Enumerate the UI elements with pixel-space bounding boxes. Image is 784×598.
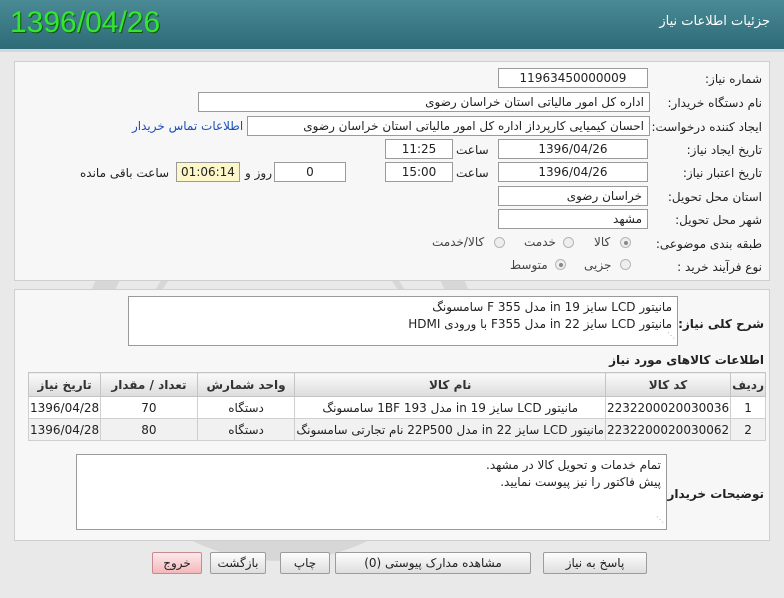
days-remaining-field: 0 [274,162,346,182]
cell-date: 1396/04/28 [27,418,102,441]
resize-grip-icon[interactable]: ⋰ [667,327,675,344]
buyer-org-field: اداره کل امور مالیاتی استان خراسان رضوی [198,92,650,112]
cell-qty: 70 [100,396,198,419]
category-radio-both[interactable] [494,237,505,248]
col-date: تاریخ نیاز [27,372,102,397]
summary-box: مانیتور LCD سایز 19 in مدل F 355 سامسونگ… [128,296,678,346]
items-table-header: ردیف کد کالا نام کالا واحد شمارش تعداد /… [27,372,766,397]
requester-label: ایجاد کننده درخواست: [651,120,762,134]
summary-line: مانیتور LCD سایز 22 in مدل F355 با ورودی… [408,317,672,331]
buyer-notes-line: پیش فاکتور را نیز پیوست نمایید. [500,475,661,489]
need-number-field: 11963450000009 [498,68,648,88]
process-option-minor: جزیی [584,258,612,272]
cell-code: 2232200020030036 [604,396,732,419]
cell-name: مانیتور LCD سایز 22 in مدل 22P500 نام تج… [294,418,606,441]
items-section-title: اطلاعات کالاهای مورد نیاز [609,353,764,367]
cell-code: 2232200020030062 [604,418,732,441]
validity-date-field: 1396/04/26 [498,162,648,182]
cell-name: مانیتور LCD سایز 19 in مدل 193 1BF سامسو… [294,396,606,419]
attachments-button[interactable]: مشاهده مدارک پیوستی (0) [335,552,531,574]
resize-grip-icon[interactable]: ⋰ [656,511,664,528]
summary-label: شرح کلی نیاز: [678,317,764,331]
process-label: نوع فرآیند خرید : [677,260,762,274]
table-row: 1 2232200020030036 مانیتور LCD سایز 19 i… [27,396,766,419]
category-label: طبقه بندی موضوعی: [655,237,762,251]
province-label: استان محل تحویل: [667,190,762,204]
created-time-label: ساعت [456,143,489,157]
back-button[interactable]: بازگشت [210,552,266,574]
cell-row: 2 [730,418,766,441]
category-radio-goods[interactable] [620,237,631,248]
cell-unit: دستگاه [196,396,296,419]
col-unit: واحد شمارش [196,372,296,397]
category-option-goods: کالا [594,235,611,249]
date-stamp: 1396/04/26 [10,6,161,39]
need-number-label: شماره نیاز: [705,72,762,86]
requester-field: احسان کیمیایی کارپرداز اداره کل امور مال… [247,116,650,136]
validity-date-label: تاریخ اعتبار نیاز: [682,166,762,180]
table-row: 2 2232200020030062 مانیتور LCD سایز 22 i… [27,418,766,441]
category-radio-service[interactable] [563,237,574,248]
province-field: خراسان رضوی [498,186,648,206]
buyer-contact-link[interactable]: اطلاعات تماس خریدار [132,119,243,133]
buyer-notes-label: توضیحات خریدار: [662,487,764,501]
created-date-label: تاریخ ایجاد نیاز: [686,143,762,157]
items-table: ردیف کد کالا نام کالا واحد شمارش تعداد /… [27,372,766,441]
remaining-time-timer: 01:06:14 [176,162,240,182]
created-date-field: 1396/04/26 [498,139,648,159]
print-button[interactable]: چاپ [280,552,330,574]
buyer-notes-line: تمام خدمات و تحویل کالا در مشهد. [486,458,661,472]
reply-button[interactable]: پاسخ به نیاز [543,552,647,574]
process-radio-medium[interactable] [555,259,566,270]
validity-time-label: ساعت [456,166,489,180]
col-qty: تعداد / مقدار [100,372,198,397]
city-field: مشهد [498,209,648,229]
cell-date: 1396/04/28 [27,396,102,419]
col-row: ردیف [730,372,766,397]
city-label: شهر محل تحویل: [675,213,762,227]
cell-qty: 80 [100,418,198,441]
buyer-notes-box: تمام خدمات و تحویل کالا در مشهد. پیش فاک… [76,454,667,530]
summary-line: مانیتور LCD سایز 19 in مدل F 355 سامسونگ [432,300,672,314]
exit-button[interactable]: خروج [152,552,202,574]
category-option-both: کالا/خدمت [432,235,485,249]
category-option-service: خدمت [524,235,556,249]
process-radio-minor[interactable] [620,259,631,270]
title-bar: جزئیات اطلاعات نیاز 1396/04/26 [0,0,784,52]
buyer-org-label: نام دستگاه خریدار: [667,96,763,110]
days-label: روز و [245,166,272,180]
col-name: نام کالا [294,372,606,397]
validity-time-field: 15:00 [385,162,453,182]
page-title: جزئیات اطلاعات نیاز [659,14,770,29]
remaining-time-label: ساعت باقی مانده [80,166,170,180]
created-time-field: 11:25 [385,139,453,159]
col-code: کد کالا [604,372,732,397]
process-option-medium: متوسط [510,258,548,272]
cell-unit: دستگاه [196,418,296,441]
cell-row: 1 [730,396,766,419]
